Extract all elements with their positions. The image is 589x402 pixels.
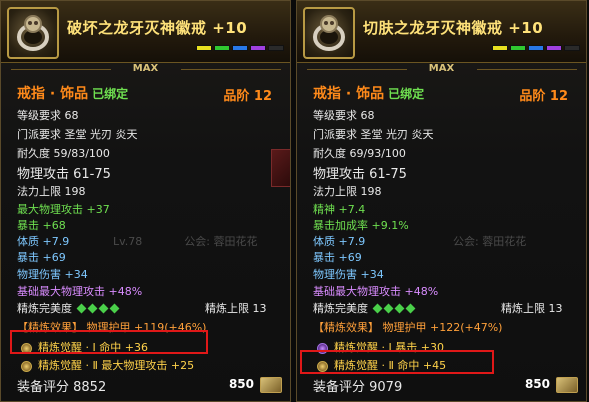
refine-gem-icon [372,303,382,314]
refine-gem-icon [76,303,86,314]
highlight-box-left [10,330,208,354]
refine-gem-icon [394,303,404,314]
level-requirement: 等级要求 68 [313,109,375,122]
refine-gem-icon [405,303,415,314]
item-title: 切肤之龙牙灭神徽戒 +10 [363,19,544,37]
highlight-box-right [300,350,494,374]
stat-line: 最大物理攻击 +37 [17,203,110,216]
refine-awaken-2: 精炼觉醒 · Ⅱ 最大物理攻击 +25 [21,357,194,373]
stat-line: 基础最大物理攻击 +48% [313,285,439,298]
ring-item-icon [7,7,59,59]
footer-badge-value: 850 [524,377,550,391]
max-label: MAX [132,63,159,74]
refine-perfection: 精炼完美度 [313,300,416,316]
stat-line: 体质 +7.9 [313,235,366,248]
bound-status: 已绑定 [92,87,129,101]
background-portrait [271,149,290,187]
ring-item-icon [303,7,355,59]
max-label: MAX [428,63,455,74]
awaken-icon [21,360,32,372]
stat-line: 物理伤害 +34 [313,268,384,281]
item-type: 戒指 · 饰品 已绑定 [313,86,425,102]
refine-gem-icon [383,303,393,314]
item-type: 戒指 · 饰品 已绑定 [17,86,129,102]
durability: 耐久度 69/93/100 [313,147,406,160]
tooltip-header: 切肤之龙牙灭神徽戒 +10 [297,1,586,63]
refine-gem-icon [98,303,108,314]
physical-attack: 物理攻击 61-75 [17,167,111,182]
scroll-icon [260,377,282,393]
mana-limit: 法力上限 198 [17,185,86,198]
tooltip-header: 破坏之龙牙灭神徽戒 +10 [1,1,290,63]
item-tooltip-right: 切肤之龙牙灭神徽戒 +10 MAX 戒指 · 饰品 已绑定 品阶 12 等级要求 … [296,0,587,402]
refine-gem-icon [109,303,119,314]
quality-bars [196,45,284,51]
item-grade: 品阶 12 [519,89,568,104]
quality-bars [492,45,580,51]
stat-line: 体质 +7.9 [17,235,70,248]
durability: 耐久度 59/83/100 [17,147,110,160]
stat-line: 暴击 +68 [17,219,66,232]
refine-limit: 精炼上限 13 [501,302,563,315]
stat-line: 暴击加成率 +9.1% [313,219,409,232]
equipment-score: 装备评分 8852 [17,380,107,395]
class-requirement: 门派要求 圣堂 光刃 炎天 [17,128,138,141]
item-title: 破坏之龙牙灭神徽戒 +10 [67,19,248,37]
stat-line: 精神 +7.4 [313,203,366,216]
class-requirement: 门派要求 圣堂 光刃 炎天 [313,128,434,141]
refine-limit: 精炼上限 13 [205,302,267,315]
equipment-score: 装备评分 9079 [313,380,403,395]
refine-effect: 【精炼效果】 物理护甲 +122(+47%) [313,321,503,334]
stat-line: 物理伤害 +34 [17,268,88,281]
stat-line: 暴击 +69 [313,251,362,264]
physical-attack: 物理攻击 61-75 [313,167,407,182]
mana-limit: 法力上限 198 [313,185,382,198]
level-requirement: 等级要求 68 [17,109,79,122]
stat-line: 暴击 +69 [17,251,66,264]
scroll-icon [556,377,578,393]
refine-gem-icon [87,303,97,314]
item-grade: 品阶 12 [223,89,272,104]
refine-perfection: 精炼完美度 [17,300,120,316]
stat-line: 基础最大物理攻击 +48% [17,285,143,298]
bound-status: 已绑定 [388,87,425,101]
footer-badge-value: 850 [228,377,254,391]
